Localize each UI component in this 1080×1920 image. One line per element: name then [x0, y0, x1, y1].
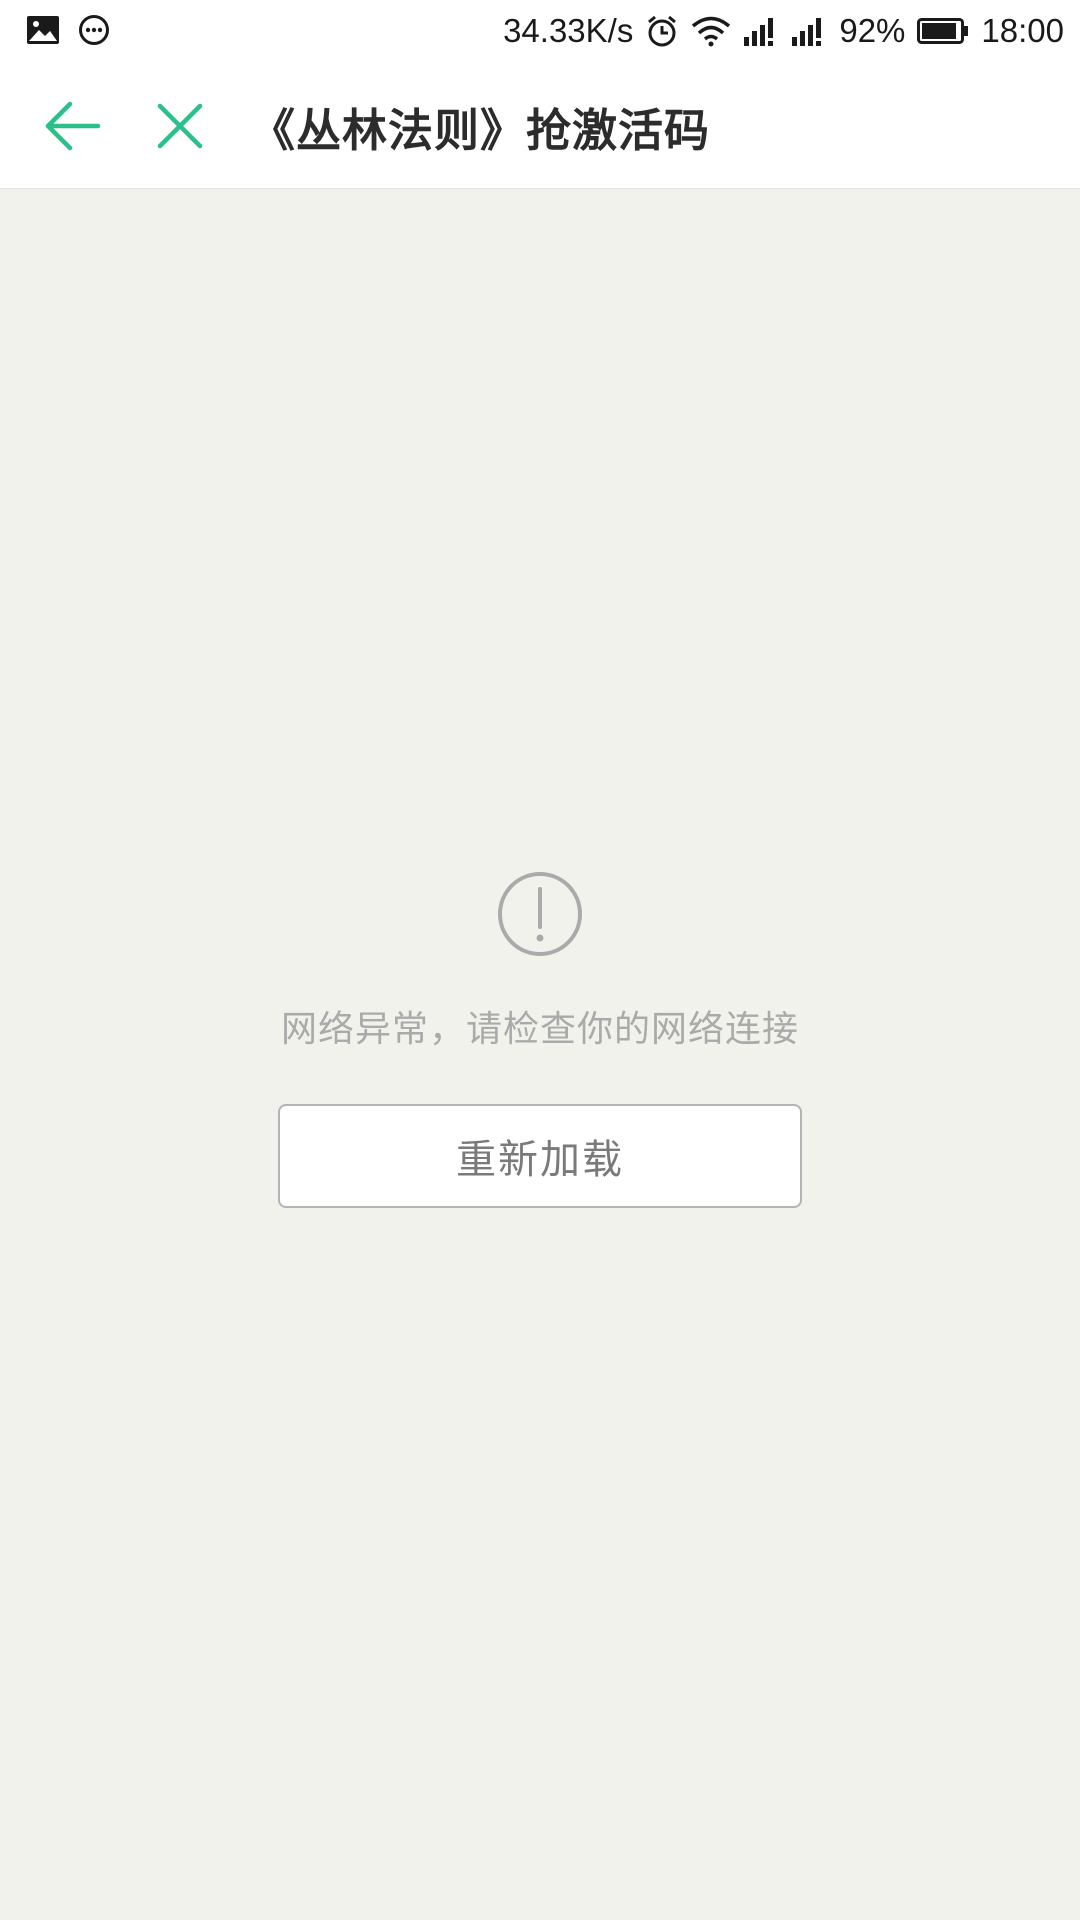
battery-icon [917, 17, 969, 45]
status-bar: 34.33K/s 92% 18:00 [0, 0, 1080, 62]
battery-fill [922, 23, 957, 39]
exclamation-circle-icon [497, 871, 583, 957]
chat-bubble-icon [78, 14, 110, 50]
close-button[interactable] [152, 98, 208, 154]
alarm-icon [645, 14, 679, 48]
back-button[interactable] [42, 98, 102, 154]
battery-percent: 92% [839, 12, 906, 49]
nav-bar: 《丛林法则》抢激活码 [0, 62, 1080, 189]
arrow-left-icon [45, 101, 101, 151]
error-message: 网络异常，请检查你的网络连接 [280, 1009, 799, 1050]
image-icon [26, 15, 60, 49]
close-icon [157, 103, 203, 149]
page-title: 《丛林法则》抢激活码 [250, 104, 711, 157]
signal-1-icon [743, 15, 779, 47]
reload-button[interactable]: 重新加载 [278, 1104, 802, 1208]
network-speed: 34.33K/s [503, 12, 634, 49]
status-right: 34.33K/s 92% 18:00 [503, 10, 1064, 52]
status-left [26, 14, 110, 50]
wifi-icon [691, 15, 731, 47]
signal-2-icon [791, 15, 827, 47]
clock: 18:00 [981, 12, 1064, 49]
